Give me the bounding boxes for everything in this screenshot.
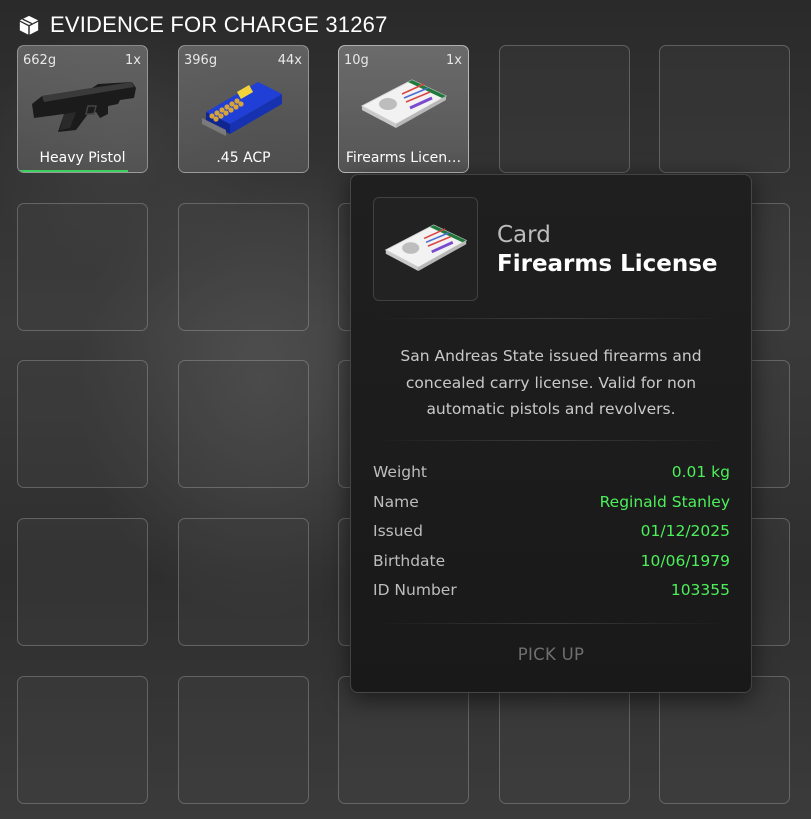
pick-up-button[interactable]: PICK UP [373,645,729,664]
item-weight: 662g [23,53,57,68]
inventory-slot-empty[interactable] [178,518,309,646]
durability-bar [18,170,128,172]
divider [373,440,729,441]
item-tooltip: Card Firearms License San Andreas State … [350,174,752,693]
property-value: 103355 [670,581,730,600]
property-key: Weight [373,463,428,481]
inventory-slot-empty[interactable] [659,45,790,173]
property-value: 01/12/2025 [640,522,730,541]
item-count: 1x [446,53,462,68]
property-key: ID Number [373,581,457,600]
inventory-title: EVIDENCE FOR CHARGE 31267 [50,12,388,37]
property-value: 0.01 kg [671,463,730,481]
property-row-name: Name Reginald Stanley [373,490,730,520]
inventory-slot-45-acp[interactable]: 396g 44x .45 ACP [178,45,309,173]
property-key: Name [373,492,419,511]
box-icon [19,15,39,35]
tooltip-item-thumbnail [373,197,478,301]
inventory-slot-empty[interactable] [17,518,148,646]
property-row-birthdate: Birthdate 10/06/1979 [373,549,730,579]
tooltip-item-name: Firearms License [497,251,718,277]
item-count: 44x [277,53,302,68]
item-label: Firearms Licen… [345,150,462,166]
divider [373,623,729,624]
item-label: .45 ACP [216,150,271,166]
tooltip-description: San Andreas State issued firearms and co… [400,347,702,418]
inventory-slot-empty[interactable] [659,676,790,804]
property-key: Birthdate [373,551,446,570]
property-row-weight: Weight 0.01 kg [373,460,730,490]
inventory-slot-empty[interactable] [17,203,148,331]
property-row-issued: Issued 01/12/2025 [373,519,730,549]
inventory-slot-empty[interactable] [338,676,469,804]
inventory-slot-empty[interactable] [178,676,309,804]
tooltip-item-type: Card [497,222,551,248]
item-weight: 10g [344,53,369,68]
property-value: Reginald Stanley [599,492,730,511]
item-count: 1x [125,53,141,68]
item-weight: 396g [184,53,218,68]
inventory-slot-empty[interactable] [178,203,309,331]
inventory-slot-heavy-pistol[interactable]: 662g 1x Heavy Pistol [17,45,148,173]
ammo-box-icon [201,82,282,136]
divider [373,318,729,319]
item-label: Heavy Pistol [39,150,126,166]
inventory-slot-empty[interactable] [17,360,148,488]
license-card-icon [384,224,468,271]
license-card-icon [360,79,447,128]
property-row-id-number: ID Number 103355 [373,578,730,608]
pistol-icon [31,82,136,132]
inventory-header: EVIDENCE FOR CHARGE 31267 [18,10,388,40]
inventory-slot-empty[interactable] [499,676,630,804]
inventory-slot-firearms-license[interactable]: 10g 1x Firearms Licen… [338,45,469,173]
inventory-slot-empty[interactable] [178,360,309,488]
tooltip-properties: Weight 0.01 kg Name Reginald Stanley Iss… [373,460,730,608]
property-value: 10/06/1979 [640,551,730,570]
inventory-slot-empty[interactable] [17,676,148,804]
property-key: Issued [373,522,423,541]
inventory-slot-empty[interactable] [499,45,630,173]
